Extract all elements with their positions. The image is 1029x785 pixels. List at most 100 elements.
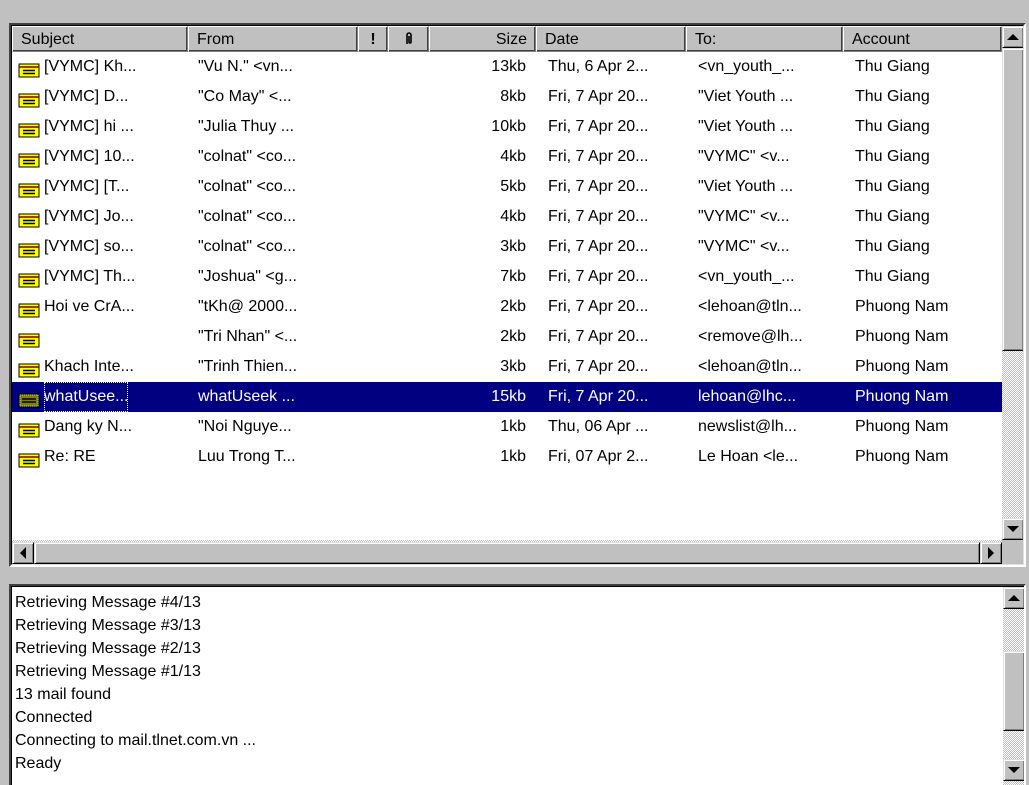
scroll-thumb[interactable] — [1002, 48, 1023, 351]
message-size: 4kb — [500, 148, 526, 165]
column-header-priority[interactable]: ! — [358, 26, 388, 52]
message-date: Fri, 7 Apr 20... — [548, 118, 649, 135]
message-row[interactable]: Hoi ve CrA... "tKh@ 2000... 2kb Fri, 7 Apr … — [12, 292, 1002, 322]
message-subject: whatUsee... — [44, 382, 129, 412]
message-list-vertical-scrollbar[interactable] — [1002, 26, 1023, 540]
message-size: 5kb — [500, 178, 526, 195]
message-attachment — [388, 202, 429, 232]
message-list: Subject From ! Size Date To: Account [VY… — [11, 25, 1024, 565]
message-attachment — [388, 172, 429, 202]
message-row[interactable]: [VYMC] Kh... "Vu N." <vn... 13kb Thu, 6 Apr… — [12, 52, 1002, 82]
message-attachment — [388, 142, 429, 172]
message-subject-cell: [VYMC] Kh... — [12, 52, 188, 82]
message-to: "VYMC" <v... — [698, 238, 790, 255]
column-header-from[interactable]: From — [188, 26, 358, 52]
message-row[interactable]: [VYMC] Th... "Joshua" <g... 7kb Fri, 7 Apr … — [12, 262, 1002, 292]
message-attachment — [388, 112, 429, 142]
message-to: "Viet Youth ... — [698, 178, 794, 195]
message-list-horizontal-scrollbar[interactable] — [12, 540, 1002, 564]
message-size: 1kb — [500, 418, 526, 435]
message-subject-cell: Khach Inte... — [12, 352, 188, 382]
message-row[interactable]: [VYMC] 10... "colnat" <co... 4kb Fri, 7 Apr… — [12, 142, 1002, 172]
message-row[interactable]: [VYMC] hi ... "Julia Thuy ... 10kb Fri, 7 A… — [12, 112, 1002, 142]
message-row[interactable]: Re: RE Luu Trong T... 1kb Fri, 07 Apr 2... L… — [12, 442, 1002, 472]
column-header-size[interactable]: Size — [429, 26, 536, 52]
message-attachment — [388, 442, 429, 472]
column-header-subject[interactable]: Subject — [12, 26, 188, 52]
message-date: Fri, 7 Apr 20... — [548, 388, 649, 405]
envelope-new-icon — [18, 449, 40, 468]
message-from: "Tri Nhan" <... — [198, 328, 298, 345]
log-scroll-up-button[interactable] — [1003, 587, 1024, 609]
message-priority — [358, 352, 388, 382]
scroll-left-button[interactable] — [12, 542, 34, 564]
message-date: Fri, 07 Apr 2... — [548, 448, 649, 465]
column-header-attachment[interactable] — [388, 26, 429, 52]
envelope-new-icon — [18, 149, 40, 168]
message-subject: [VYMC] Th... — [44, 268, 136, 285]
scroll-right-button[interactable] — [980, 542, 1002, 564]
message-date: Fri, 7 Apr 20... — [548, 358, 649, 375]
message-priority — [358, 202, 388, 232]
message-subject: [VYMC] 10... — [44, 148, 135, 165]
column-header-account[interactable]: Account — [843, 26, 1002, 52]
message-subject-cell: Hoi ve CrA... — [12, 292, 188, 322]
message-priority — [358, 262, 388, 292]
message-subject-cell: [VYMC] Th... — [12, 262, 188, 292]
message-rows: [VYMC] Kh... "Vu N." <vn... 13kb Thu, 6 Apr… — [12, 52, 1002, 472]
message-account: Thu Giang — [855, 148, 930, 165]
message-attachment — [388, 352, 429, 382]
message-to: "Viet Youth ... — [698, 118, 794, 135]
message-priority — [358, 292, 388, 322]
envelope-new-icon — [18, 269, 40, 288]
message-to: "VYMC" <v... — [698, 208, 790, 225]
message-subject-cell: [VYMC] hi ... — [12, 112, 188, 142]
message-to: <vn_youth_... — [698, 58, 795, 75]
message-row[interactable]: Khach Inte... "Trinh Thien... 3kb Fri, 7 Ap… — [12, 352, 1002, 382]
log-vertical-scrollbar[interactable] — [1003, 587, 1024, 785]
message-to: <vn_youth_... — [698, 268, 795, 285]
log-pane: Retrieving Message #4/13 Retrieving Messa… — [9, 584, 1026, 785]
message-to: lehoan@lhc... — [698, 388, 797, 405]
message-account: Thu Giang — [855, 268, 930, 285]
message-attachment — [388, 232, 429, 262]
log-line: Retrieving Message #2/13 — [15, 640, 201, 657]
log-scroll-thumb[interactable] — [1003, 651, 1024, 731]
message-row[interactable]: "Tri Nhan" <... 2kb Fri, 7 Apr 20... <remov… — [12, 322, 1002, 352]
column-header-to[interactable]: To: — [686, 26, 843, 52]
message-account: Phuong Nam — [855, 418, 949, 435]
scroll-down-button[interactable] — [1002, 518, 1023, 540]
message-row[interactable]: whatUsee... whatUseek ... 15kb Fri, 7 Apr 2… — [12, 382, 1002, 412]
message-subject-cell: [VYMC] 10... — [12, 142, 188, 172]
message-from: "colnat" <co... — [198, 208, 297, 225]
message-from: "Noi Nguye... — [198, 418, 292, 435]
log-lines: Retrieving Message #4/13 Retrieving Messa… — [15, 591, 995, 775]
message-row[interactable]: [VYMC] so... "colnat" <co... 3kb Fri, 7 Apr… — [12, 232, 1002, 262]
envelope-new-icon — [18, 59, 40, 78]
log-line: Ready — [15, 755, 62, 772]
message-subject: [VYMC] Jo... — [44, 208, 134, 225]
column-header-date[interactable]: Date — [536, 26, 686, 52]
message-row[interactable]: [VYMC] [T... "colnat" <co... 5kb Fri, 7 Apr… — [12, 172, 1002, 202]
message-account: Phuong Nam — [855, 328, 949, 345]
message-attachment — [388, 412, 429, 442]
message-row[interactable]: [VYMC] D... "Co May" <... 8kb Fri, 7 Apr 20… — [12, 82, 1002, 112]
message-date: Fri, 7 Apr 20... — [548, 328, 649, 345]
scroll-up-button[interactable] — [1002, 26, 1023, 48]
log-scroll-down-button[interactable] — [1003, 759, 1024, 781]
message-row[interactable]: Dang ky N... "Noi Nguye... 1kb Thu, 06 Apr … — [12, 412, 1002, 442]
horizontal-scroll-thumb[interactable] — [34, 542, 980, 564]
envelope-new-icon — [18, 299, 40, 318]
message-account: Phuong Nam — [855, 358, 949, 375]
message-row[interactable]: [VYMC] Jo... "colnat" <co... 4kb Fri, 7 Apr… — [12, 202, 1002, 232]
message-account: Thu Giang — [855, 208, 930, 225]
message-from: Luu Trong T... — [198, 448, 296, 465]
message-account: Thu Giang — [855, 118, 930, 135]
column-header-subject-label: Subject — [21, 31, 75, 48]
message-priority — [358, 412, 388, 442]
message-size: 1kb — [500, 448, 526, 465]
message-size: 8kb — [500, 88, 526, 105]
message-attachment — [388, 82, 429, 112]
message-date: Fri, 7 Apr 20... — [548, 208, 649, 225]
message-size: 4kb — [500, 208, 526, 225]
